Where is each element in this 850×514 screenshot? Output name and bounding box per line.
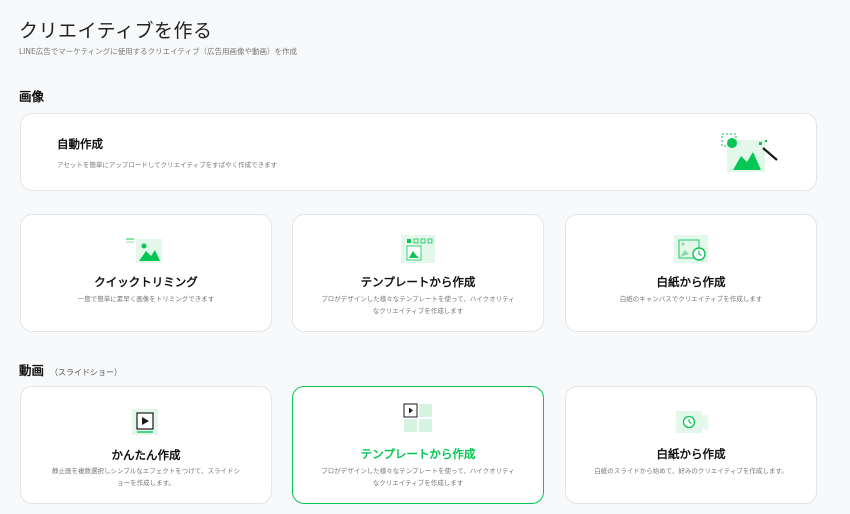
video-section-subtitle: （スライドショー）: [50, 368, 123, 377]
video-blank-title: 白紙から作成: [656, 447, 726, 461]
quick-trim-desc: 一度で簡単に素早く画像をトリミングできます: [77, 295, 215, 303]
video-section-label: 動画: [19, 363, 45, 378]
blank-video-icon: [671, 405, 711, 439]
blank-image-icon: [671, 233, 711, 269]
template-image-icon: [398, 233, 438, 269]
quick-trim-title: クイックトリミング: [94, 275, 198, 289]
video-template-desc: プロがデザインした様々なテンプレートを使って、ハイクオリティなクリエイティブを作…: [321, 467, 515, 487]
video-section-title: 動画 （スライドショー）: [19, 360, 122, 379]
video-template-card[interactable]: テンプレートから作成 プロがデザインした様々なテンプレートを使って、ハイクオリテ…: [292, 386, 544, 504]
image-template-desc: プロがデザインした様々なテンプレートを使って、ハイクオリティなクリエイティブを作…: [321, 295, 515, 315]
easy-video-card[interactable]: かんたん作成 静止画を複数選択しシンプルなエフェクトをつけて、スライドショーを作…: [20, 386, 272, 504]
video-blank-card[interactable]: 白紙から作成 白紙のスライドから始めて、好みのクリエイティブを作成します。: [565, 386, 817, 504]
video-template-title: テンプレートから作成: [360, 447, 476, 461]
trim-image-icon: [124, 233, 168, 269]
image-blank-desc: 白紙のキャンバスでクリエイティブを作成します: [619, 295, 763, 303]
image-template-card[interactable]: テンプレートから作成 プロがデザインした様々なテンプレートを使って、ハイクオリテ…: [292, 214, 544, 332]
image-blank-card[interactable]: 白紙から作成 白紙のキャンバスでクリエイティブを作成します: [565, 214, 817, 332]
easy-video-desc: 静止画を複数選択しシンプルなエフェクトをつけて、スライドショーを作成します。: [52, 467, 240, 487]
video-blank-desc: 白紙のスライドから始めて、好みのクリエイティブを作成します。: [594, 467, 788, 475]
auto-create-card[interactable]: 自動作成 アセットを簡単にアップロードしてクリエイティブをすばやく作成できます: [20, 113, 817, 191]
auto-create-title: 自動作成: [57, 137, 103, 151]
magic-image-icon: [719, 130, 781, 180]
page-subtitle: LINE広告でマーケティングに使用するクリエイティブ（広告用画像や動画）を作成: [19, 47, 298, 56]
image-template-title: テンプレートから作成: [360, 275, 476, 289]
easy-video-icon: [128, 403, 164, 441]
page-title: クリエイティブを作る: [19, 20, 213, 42]
template-video-icon: [401, 401, 435, 439]
image-blank-title: 白紙から作成: [656, 275, 726, 289]
quick-trim-card[interactable]: クイックトリミング 一度で簡単に素早く画像をトリミングできます: [20, 214, 272, 332]
auto-create-desc: アセットを簡単にアップロードしてクリエイティブをすばやく作成できます: [57, 161, 278, 169]
easy-video-title: かんたん作成: [111, 448, 181, 462]
image-section-title: 画像: [19, 89, 45, 104]
